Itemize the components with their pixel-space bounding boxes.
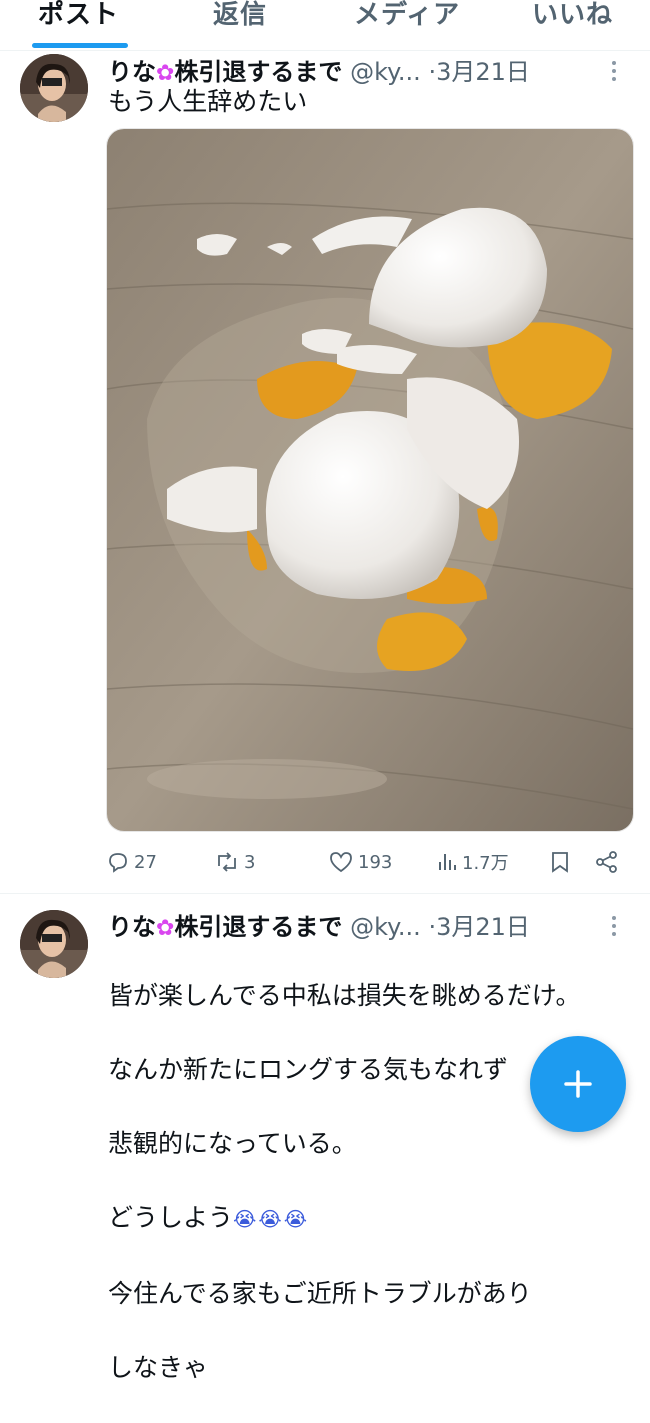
username[interactable]: @ky... bbox=[350, 58, 421, 86]
tab-likes[interactable]: いいね bbox=[532, 0, 613, 31]
timestamp[interactable]: 3月21日 bbox=[436, 58, 530, 86]
tweet-text-line: なんか新たにロングする気もなれず bbox=[108, 1055, 509, 1084]
separator-dot: · bbox=[428, 913, 437, 941]
view-count: 1.7万 bbox=[462, 853, 509, 874]
repost-button[interactable]: 3 bbox=[214, 845, 255, 879]
share-icon bbox=[596, 851, 617, 873]
username[interactable]: @ky... bbox=[350, 913, 421, 941]
compose-button[interactable] bbox=[530, 1036, 626, 1132]
like-count: 193 bbox=[358, 851, 393, 873]
broken-eggs-photo bbox=[107, 129, 633, 831]
active-tab-indicator bbox=[32, 43, 128, 48]
repost-count: 3 bbox=[244, 851, 256, 873]
tweet-header: りな✿株引退するまで @ky... ·3月21日 bbox=[108, 907, 638, 943]
tweet-text: もう人生辞めたい bbox=[108, 87, 308, 116]
bookmark-button[interactable] bbox=[548, 845, 576, 879]
flower-icon: ✿ bbox=[156, 916, 175, 941]
repost-icon bbox=[218, 852, 236, 872]
tweet-text-line: どうしよう😭😭😭 bbox=[108, 1199, 581, 1238]
tab-media[interactable]: メディア bbox=[354, 0, 460, 31]
display-name[interactable]: りな✿株引退するまで bbox=[108, 58, 342, 86]
plus-icon bbox=[564, 1070, 592, 1098]
tweet-divider bbox=[0, 893, 650, 894]
tweet-text-line: 今住んでる家もご近所トラブルがあり bbox=[108, 1279, 532, 1308]
reply-icon bbox=[109, 853, 127, 873]
share-button[interactable] bbox=[594, 845, 624, 879]
tweet-text: 皆が楽しんでる中私は損失を眺めるだけ。 なんか新たにロングする気もなれず 悲観的… bbox=[108, 940, 581, 1423]
tab-replies[interactable]: 返信 bbox=[213, 0, 267, 31]
tweet-text-fragment: どうしよう bbox=[108, 1203, 234, 1232]
reply-count: 27 bbox=[134, 851, 157, 873]
tab-posts[interactable]: ポスト bbox=[38, 0, 119, 31]
reply-button[interactable]: 27 bbox=[106, 845, 157, 879]
display-name-suffix: 株引退するまで bbox=[174, 913, 343, 941]
display-name-prefix: りな bbox=[108, 913, 156, 941]
display-name-suffix: 株引退するまで bbox=[174, 58, 343, 86]
display-name-prefix: りな bbox=[108, 58, 156, 86]
timestamp[interactable]: 3月21日 bbox=[436, 913, 530, 941]
tweet-actions: 27 3 193 1.7万 bbox=[0, 845, 650, 879]
display-name[interactable]: りな✿株引退するまで bbox=[108, 913, 342, 941]
crying-face-icon: 😭😭😭 bbox=[233, 1207, 310, 1231]
tweet-media[interactable] bbox=[106, 128, 634, 832]
like-button[interactable]: 193 bbox=[328, 845, 392, 879]
profile-tabs: ポスト 返信 メディア いいね bbox=[0, 0, 650, 51]
avatar[interactable] bbox=[20, 54, 88, 122]
views-button[interactable]: 1.7万 bbox=[436, 845, 509, 879]
avatar[interactable] bbox=[20, 910, 88, 978]
more-options-icon[interactable] bbox=[604, 915, 624, 937]
views-icon bbox=[439, 854, 456, 870]
tweet-text-line: しなきゃ bbox=[108, 1353, 209, 1382]
heart-icon bbox=[330, 852, 352, 873]
bookmark-icon bbox=[552, 852, 568, 873]
tweet-text-line: 悲観的になっている。 bbox=[108, 1129, 357, 1158]
more-options-icon[interactable] bbox=[604, 60, 624, 82]
tweet-text-line: 皆が楽しんでる中私は損失を眺めるだけ。 bbox=[108, 981, 581, 1010]
separator-dot: · bbox=[428, 58, 437, 86]
